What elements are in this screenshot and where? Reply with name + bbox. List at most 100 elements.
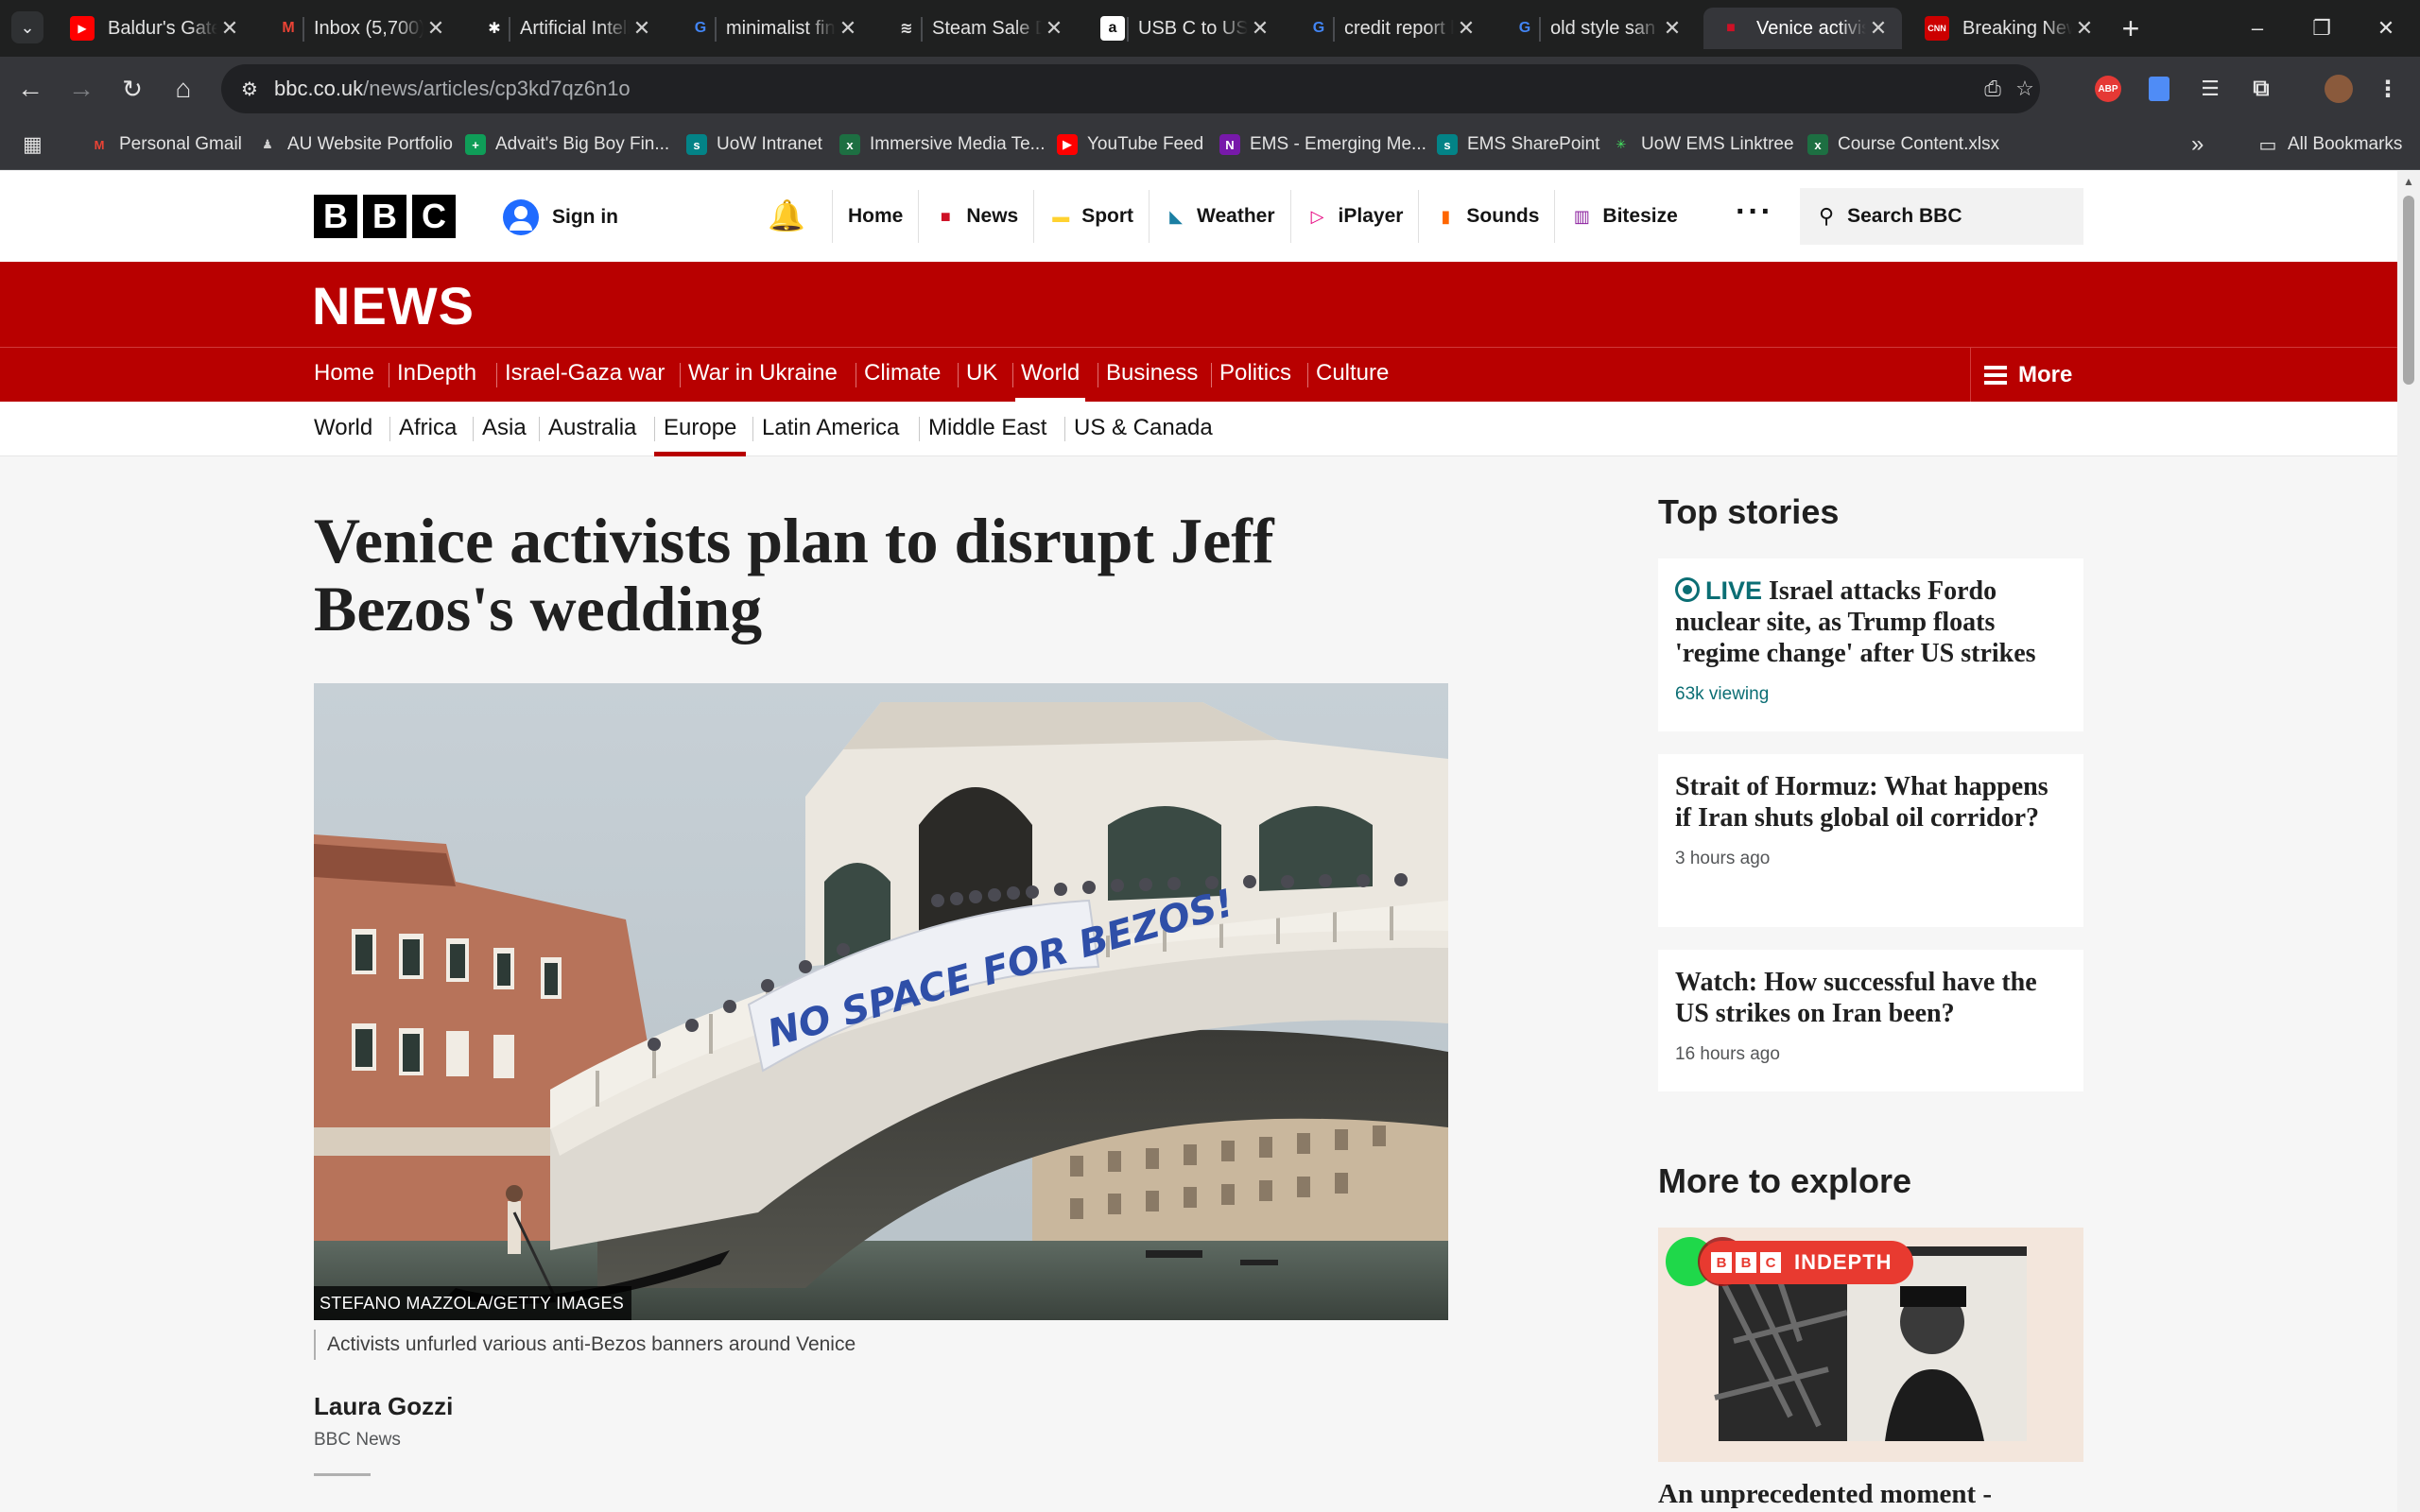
tab-close-icon[interactable]: ✕ xyxy=(1454,16,1478,41)
global-nav-news[interactable]: ■ News xyxy=(918,190,1033,243)
news-nav-item[interactable]: Politics xyxy=(1219,348,1291,403)
bookmark-star-icon[interactable]: ☆ xyxy=(2010,74,2040,104)
scroll-thumb[interactable] xyxy=(2403,196,2414,385)
new-tab-button[interactable]: + xyxy=(2114,11,2148,45)
global-nav-home[interactable]: Home xyxy=(832,190,918,243)
news-nav-item[interactable]: War in Ukraine xyxy=(688,348,838,403)
install-app-icon[interactable]: ⎙ xyxy=(1978,74,2008,104)
region-nav-item[interactable]: World xyxy=(314,402,372,456)
back-button[interactable]: ← xyxy=(11,70,49,108)
region-nav-item[interactable]: Europe xyxy=(653,402,747,456)
more-menu-button[interactable]: ··· xyxy=(1736,194,1773,231)
region-nav-item[interactable]: Middle East xyxy=(928,402,1046,456)
explore-card-title[interactable]: An unprecedented moment - xyxy=(1658,1466,2083,1512)
browser-tab[interactable]: a USB C to USB✕ xyxy=(1085,8,1284,49)
site-info-icon[interactable]: ⚙ xyxy=(234,74,265,104)
bookmark-item[interactable]: x Immersive Media Te... xyxy=(839,129,1045,161)
tab-title: old style san s xyxy=(1550,17,1660,39)
news-nav-item[interactable]: InDepth xyxy=(397,348,476,403)
browser-tab[interactable]: Gminimalist fin ✕ xyxy=(673,8,872,49)
region-nav-item[interactable]: US & Canada xyxy=(1074,402,1213,456)
adblock-icon[interactable]: ABP xyxy=(2095,76,2121,102)
bookmark-item[interactable]: M Personal Gmail xyxy=(89,129,242,161)
tab-search-button[interactable]: ⌄ xyxy=(11,11,43,43)
browser-tab[interactable]: CNN Breaking New ✕ xyxy=(1910,8,2108,49)
news-nav-separator xyxy=(1211,363,1212,387)
amazon-icon: a xyxy=(1100,16,1125,41)
region-nav-item[interactable]: Africa xyxy=(399,402,457,456)
news-logo[interactable]: NEWS xyxy=(312,275,475,336)
tab-close-icon[interactable]: ✕ xyxy=(424,16,448,41)
browser-tab[interactable]: ✱ Artificial Intelli ✕ xyxy=(467,8,666,49)
bbc-logo[interactable]: BBC xyxy=(314,195,456,238)
extensions-puzzle-icon[interactable]: ⧉ xyxy=(2244,72,2278,106)
news-nav-item[interactable]: Culture xyxy=(1316,348,1389,403)
bookmarks-overflow-icon[interactable]: » xyxy=(2191,129,2204,161)
tab-close-icon[interactable]: ✕ xyxy=(2072,16,2097,41)
tab-close-icon[interactable]: ✕ xyxy=(1660,16,1685,41)
menu-kebab-icon[interactable]: ⋮ xyxy=(2371,72,2405,106)
bookmark-item[interactable]: ♟ AU Website Portfolio xyxy=(257,129,453,161)
bookmark-item[interactable]: + Advait's Big Boy Fin... xyxy=(465,129,669,161)
tab-close-icon[interactable]: ✕ xyxy=(217,16,242,41)
reload-button[interactable]: ↻ xyxy=(113,70,151,108)
browser-tab[interactable]: ▶ Baldur's Gate ✕ xyxy=(55,8,253,49)
page-scrollbar[interactable]: ▲ xyxy=(2397,171,2420,1512)
tab-close-icon[interactable]: ✕ xyxy=(836,16,860,41)
scroll-up-arrow[interactable]: ▲ xyxy=(2403,175,2414,188)
bookmark-item[interactable]: s EMS SharePoint xyxy=(1437,129,1599,161)
tab-title: credit report l xyxy=(1344,17,1454,39)
close-window-button[interactable]: ✕ xyxy=(2360,9,2412,47)
person-icon: ♟ xyxy=(262,137,273,151)
sign-in-link[interactable]: Sign in xyxy=(503,199,618,235)
browser-tab[interactable]: ■ Venice activist ✕ xyxy=(1703,8,1902,49)
author-name[interactable]: Laura Gozzi xyxy=(314,1392,453,1421)
restore-button[interactable]: ❐ xyxy=(2295,9,2348,47)
news-nav-item[interactable]: Israel-Gaza war xyxy=(505,348,665,403)
browser-tab[interactable]: ≋ Steam Sale Da✕ xyxy=(879,8,1078,49)
forward-button[interactable]: → xyxy=(62,70,100,108)
tab-close-icon[interactable]: ✕ xyxy=(1248,16,1272,41)
browser-tab[interactable]: Gold style san s ✕ xyxy=(1497,8,1696,49)
top-story-card[interactable]: LIVE Israel attacks Fordo nuclear site, … xyxy=(1658,558,2083,731)
tab-close-icon[interactable]: ✕ xyxy=(630,16,654,41)
top-story-card[interactable]: Strait of Hormuz: What happens if Iran s… xyxy=(1658,754,2083,927)
news-nav-item[interactable]: Home xyxy=(314,348,374,403)
news-nav-item[interactable]: Business xyxy=(1106,348,1198,403)
bookmark-item[interactable]: N EMS - Emerging Me... xyxy=(1219,129,1426,161)
browser-tab[interactable]: Gcredit report l ✕ xyxy=(1291,8,1490,49)
global-nav-iplayer[interactable]: ▷ iPlayer xyxy=(1289,190,1419,243)
browser-tab[interactable]: M Inbox (5,700) ✕ xyxy=(261,8,459,49)
global-nav-bitesize[interactable]: ▥ Bitesize xyxy=(1554,190,1692,243)
database-extension-icon[interactable]: ☰ xyxy=(2193,72,2227,106)
minimize-button[interactable]: – xyxy=(2231,9,2284,47)
region-nav-separator xyxy=(1064,417,1065,441)
profile-avatar[interactable] xyxy=(2325,75,2353,103)
bookmark-item[interactable]: ✳ UoW EMS Linktree xyxy=(1611,129,1794,161)
region-nav-item[interactable]: Asia xyxy=(482,402,527,456)
news-nav-item[interactable]: Climate xyxy=(864,348,941,403)
docs-extension-icon[interactable] xyxy=(2149,77,2169,101)
tab-close-icon[interactable]: ✕ xyxy=(1866,16,1891,41)
all-bookmarks-button[interactable]: ▭ All Bookmarks xyxy=(2257,129,2403,161)
bbc-search-box[interactable]: ⚲ Search BBC xyxy=(1800,188,2083,245)
apps-grid-icon[interactable]: ▦ xyxy=(23,129,43,161)
explore-card-image[interactable]: BBC INDEPTH xyxy=(1658,1228,2083,1462)
top-story-card[interactable]: Watch: How successful have the US strike… xyxy=(1658,950,2083,1091)
bookmark-item[interactable]: x Course Content.xlsx xyxy=(1807,129,1999,161)
global-nav-sounds[interactable]: ▮ Sounds xyxy=(1418,190,1554,243)
url-text[interactable]: bbc.co.uk/news/articles/cp3kd7qz6n1o xyxy=(274,77,631,101)
notifications-bell-icon[interactable]: 🔔 xyxy=(768,198,805,233)
region-nav-item[interactable]: Australia xyxy=(548,402,636,456)
region-nav-item[interactable]: Latin America xyxy=(762,402,899,456)
global-nav-sport[interactable]: ▬ Sport xyxy=(1033,190,1149,243)
news-nav-item[interactable]: UK xyxy=(966,348,997,403)
address-bar[interactable]: ⚙ bbc.co.uk/news/articles/cp3kd7qz6n1o ⎙… xyxy=(221,64,2040,113)
tab-close-icon[interactable]: ✕ xyxy=(1042,16,1066,41)
news-more-button[interactable]: More xyxy=(1970,348,2072,403)
news-nav-item[interactable]: World xyxy=(1014,348,1086,403)
global-nav-weather[interactable]: ◣ Weather xyxy=(1149,190,1289,243)
bookmark-item[interactable]: ▶ YouTube Feed xyxy=(1057,129,1203,161)
bookmark-item[interactable]: s UoW Intranet xyxy=(686,129,822,161)
home-button[interactable]: ⌂ xyxy=(164,70,202,108)
